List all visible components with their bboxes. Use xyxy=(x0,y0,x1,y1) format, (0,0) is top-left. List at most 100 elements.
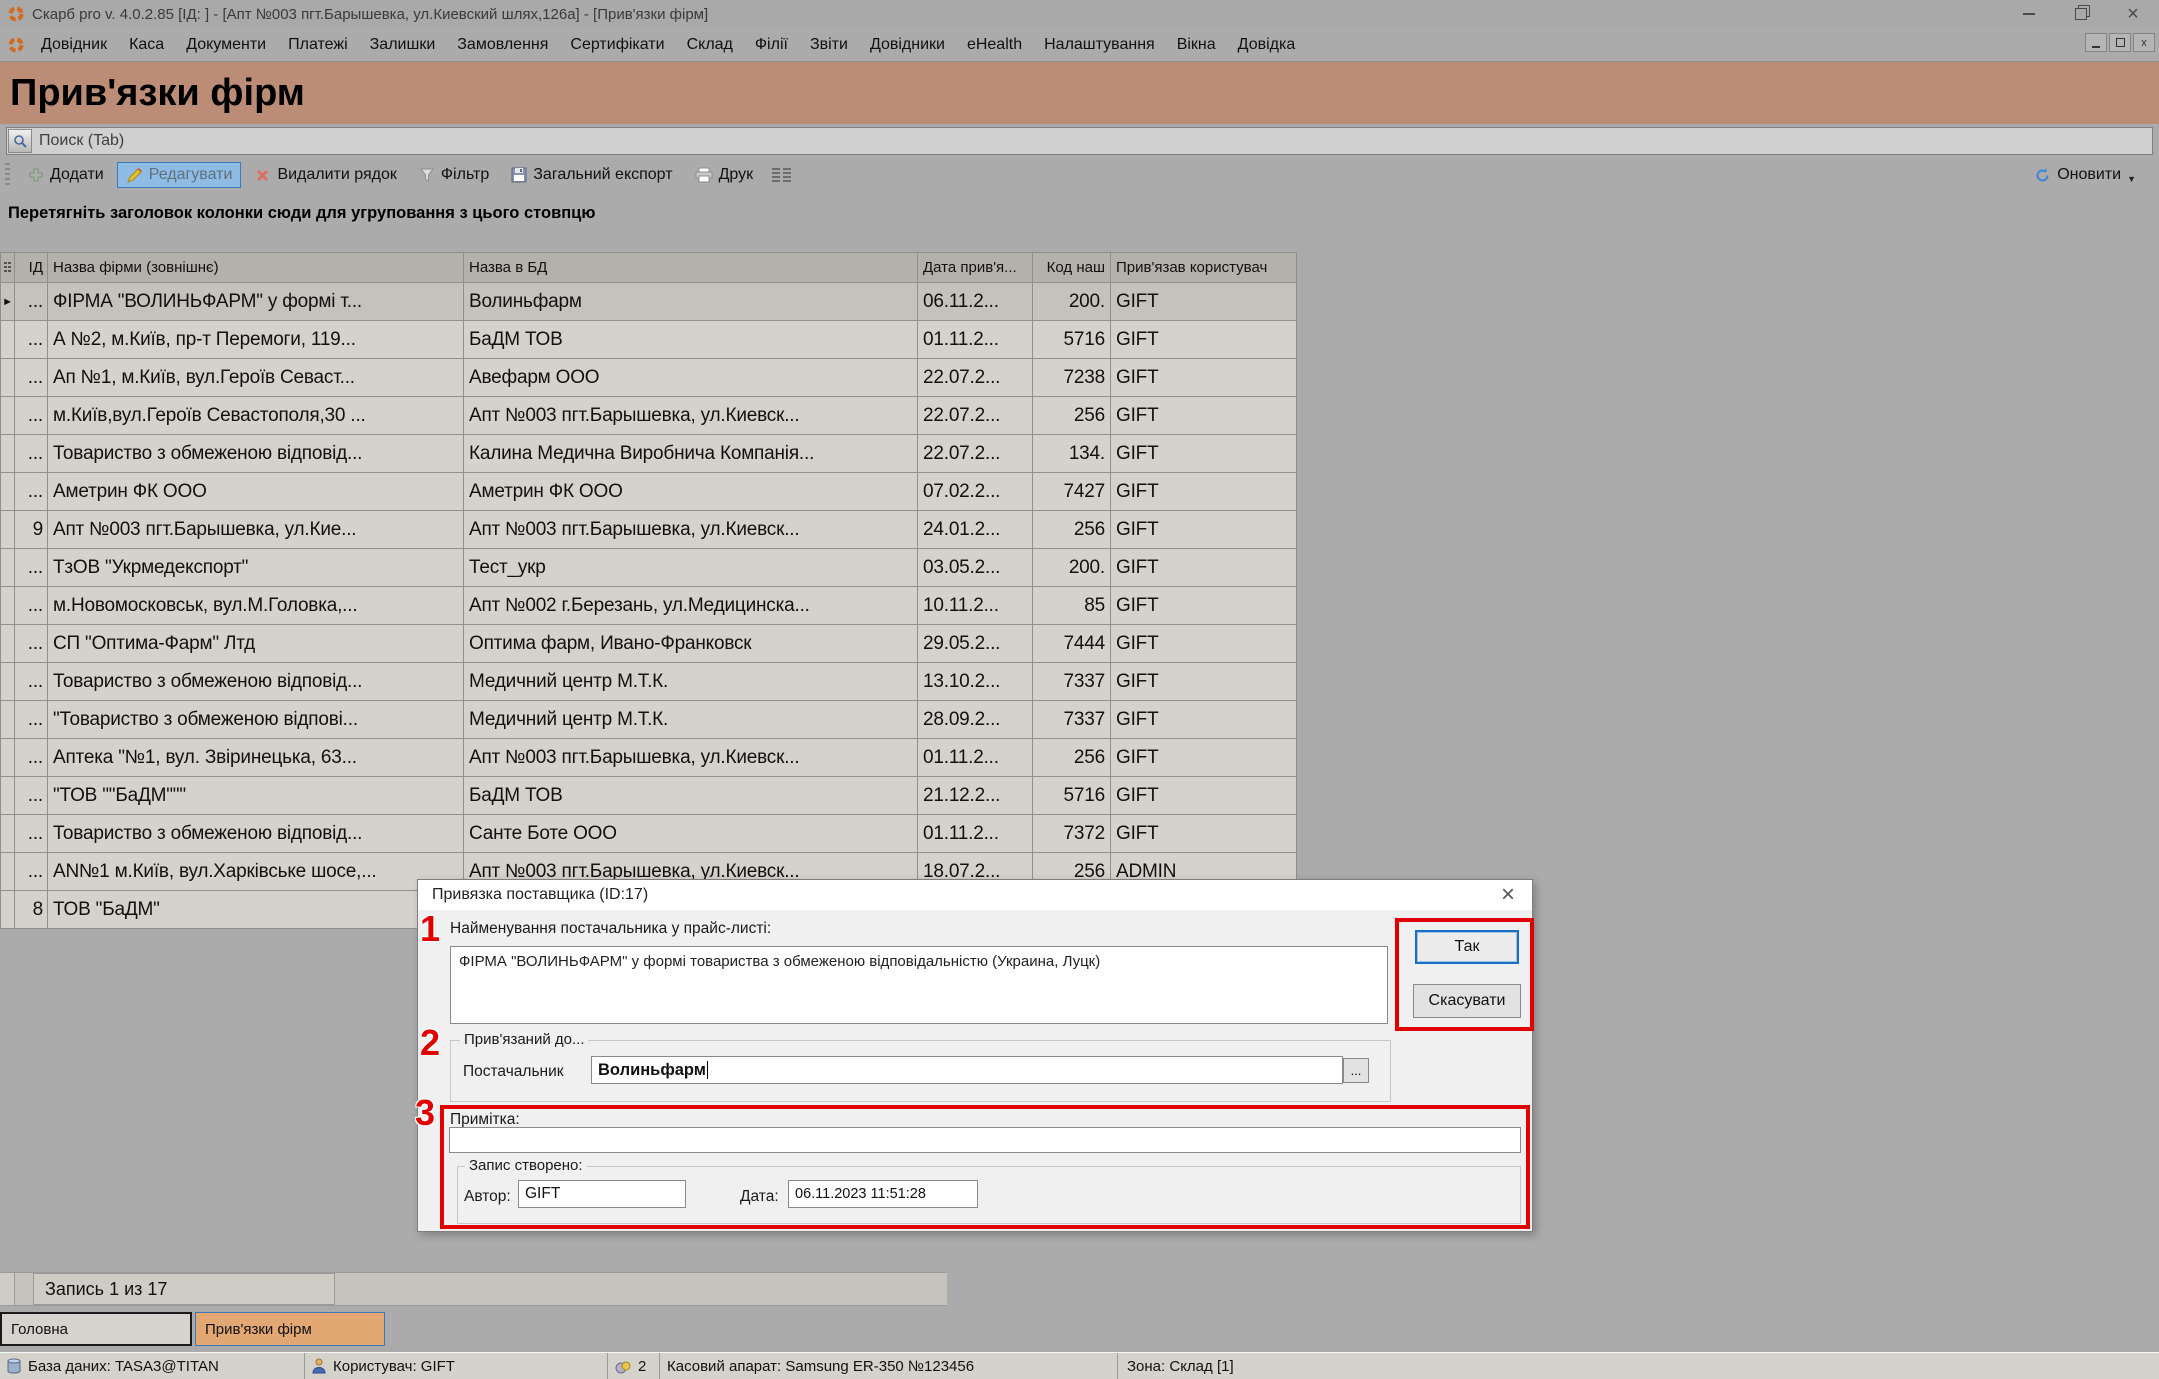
column-header-user[interactable]: Прив'язав користувач xyxy=(1111,253,1297,282)
table-cell: GIFT xyxy=(1111,663,1297,700)
table-cell: GIFT xyxy=(1111,473,1297,510)
supplier-binding-dialog: Привязка поставщика (ID:17) × Найменуван… xyxy=(417,879,1533,1232)
menu-item[interactable]: Довідник xyxy=(30,32,118,58)
filter-button[interactable]: Фільтр xyxy=(410,162,498,188)
menu-item[interactable]: Залишки xyxy=(359,32,447,58)
delete-row-button[interactable]: Видалити рядок xyxy=(245,162,405,188)
table-cell: Апт №003 пгт.Барышевка, ул.Киевск... xyxy=(464,397,918,434)
table-row[interactable]: ...Аптека "№1, вул. Звіринецька, 63...Ап… xyxy=(0,739,1297,777)
mdi-minimize-button[interactable] xyxy=(2085,33,2107,52)
app-menu-icon[interactable] xyxy=(8,37,24,53)
table-row[interactable]: ..."ТОВ ""БаДМ"""БаДМ ТОВ21.12.2...5716G… xyxy=(0,777,1297,815)
table-cell: 01.11.2... xyxy=(918,739,1033,776)
table-cell: 9 xyxy=(15,511,48,548)
dialog-close-icon[interactable]: × xyxy=(1494,880,1522,910)
column-header-db-name[interactable]: Назва в БД xyxy=(464,253,918,282)
table-cell: GIFT xyxy=(1111,549,1297,586)
menu-item[interactable]: Документи xyxy=(175,32,277,58)
menu-item[interactable]: Філії xyxy=(744,32,799,58)
table-cell: 5716 xyxy=(1033,321,1111,358)
row-selector xyxy=(0,891,15,928)
column-header-code[interactable]: Код наш xyxy=(1033,253,1111,282)
menu-item[interactable]: Довідка xyxy=(1227,32,1307,58)
menu-item[interactable]: Склад xyxy=(676,32,744,58)
table-cell: GIFT xyxy=(1111,511,1297,548)
supplier-input[interactable]: Волиньфарм xyxy=(591,1056,1343,1084)
menu-item[interactable]: eHealth xyxy=(956,32,1033,58)
menu-item[interactable]: Каса xyxy=(118,32,175,58)
print-button[interactable]: Друк xyxy=(686,162,763,188)
table-row[interactable]: ...А №2, м.Київ, пр-т Перемоги, 119...Ба… xyxy=(0,321,1297,359)
mdi-close-button[interactable]: x xyxy=(2133,33,2155,52)
menu-bar: ДовідникКасаДокументиПлатежіЗалишкиЗамов… xyxy=(0,28,2159,62)
refresh-button[interactable]: Оновити ▼ xyxy=(2025,162,2145,188)
page-title: Прив'язки фірм xyxy=(10,72,305,115)
table-row[interactable]: 9Апт №003 пгт.Барышевка, ул.Кие...Апт №0… xyxy=(0,511,1297,549)
column-header-date[interactable]: Дата прив'я... xyxy=(918,253,1033,282)
search-input[interactable]: Поиск (Tab) xyxy=(6,127,2153,155)
menu-item[interactable]: Звіти xyxy=(799,32,859,58)
table-row[interactable]: ..."Товариство з обмеженою відпові...Мед… xyxy=(0,701,1297,739)
table-row[interactable]: ...ТзОВ "Укрмедекспорт"Тест_укр03.05.2..… xyxy=(0,549,1297,587)
table-cell: 200. xyxy=(1033,283,1111,320)
table-cell: Оптима фарм, Ивано-Франковск xyxy=(464,625,918,662)
table-cell: Санте Боте ООО xyxy=(464,815,918,852)
mdi-restore-button[interactable] xyxy=(2109,33,2131,52)
restore-button[interactable] xyxy=(2055,0,2107,28)
refresh-dropdown-arrow[interactable]: ▼ xyxy=(2127,174,2136,184)
record-count: Запись 1 из 17 xyxy=(33,1273,335,1305)
table-row[interactable]: ...Ап №1, м.Київ, вул.Героїв Севаст...Ав… xyxy=(0,359,1297,397)
menu-item[interactable]: Платежі xyxy=(277,32,359,58)
table-cell: Медичний центр М.Т.К. xyxy=(464,663,918,700)
table-cell: Апт №003 пгт.Барышевка, ул.Кие... xyxy=(48,511,464,548)
table-row[interactable]: ...Товариство з обмеженою відповід...Мед… xyxy=(0,663,1297,701)
table-cell: Апт №002 г.Березань, ул.Медицинска... xyxy=(464,587,918,624)
edit-button[interactable]: Редагувати xyxy=(117,162,242,188)
row-selector xyxy=(0,587,15,624)
status-database: База даних: TASA3@TITAN xyxy=(0,1353,305,1379)
menu-item[interactable]: Замовлення xyxy=(446,32,559,58)
window-tab-firm-bindings[interactable]: Прив'язки фірм xyxy=(195,1312,385,1346)
table-row[interactable]: ►...ФІРМА "ВОЛИНЬФАРМ" у формі т...Волин… xyxy=(0,283,1297,321)
add-button[interactable]: Додати xyxy=(19,162,113,188)
table-row[interactable]: ...Товариство з обмеженою відповід...Кал… xyxy=(0,435,1297,473)
minimize-button[interactable] xyxy=(2003,0,2055,28)
table-cell: ... xyxy=(15,549,48,586)
table-cell: 7238 xyxy=(1033,359,1111,396)
table-cell: 134. xyxy=(1033,435,1111,472)
table-cell: "ТОВ ""БаДМ""" xyxy=(48,777,464,814)
browse-button[interactable]: ... xyxy=(1343,1058,1369,1083)
row-selector xyxy=(0,435,15,472)
table-cell: 28.09.2... xyxy=(918,701,1033,738)
table-row[interactable]: ...м.Новомосковськ, вул.М.Головка,...Апт… xyxy=(0,587,1297,625)
window-tab-home[interactable]: Головна xyxy=(0,1312,192,1346)
toolbar-grip[interactable] xyxy=(5,163,10,187)
row-selector xyxy=(0,777,15,814)
table-cell: 29.05.2... xyxy=(918,625,1033,662)
menu-item[interactable]: Сертифікати xyxy=(559,32,675,58)
menu-item[interactable]: Довідники xyxy=(859,32,956,58)
table-cell: Товариство з обмеженою відповід... xyxy=(48,663,464,700)
dialog-title: Привязка поставщика (ID:17) xyxy=(432,886,648,904)
group-by-hint: Перетягніть заголовок колонки сюди для у… xyxy=(8,204,595,223)
column-header-id[interactable]: ІД xyxy=(15,253,48,282)
column-header-external-name[interactable]: Назва фірми (зовнішнє) xyxy=(48,253,464,282)
table-row[interactable]: ...Аметрин ФК ОООАметрин ФК ООО07.02.2..… xyxy=(0,473,1297,511)
export-button[interactable]: Загальний експорт xyxy=(502,162,681,188)
close-button[interactable]: × xyxy=(2107,0,2159,28)
table-cell: GIFT xyxy=(1111,701,1297,738)
supplier-name-label: Найменування постачальника у прайс-листі… xyxy=(450,920,771,938)
menu-item[interactable]: Налаштування xyxy=(1033,32,1166,58)
table-row[interactable]: ...СП "Оптима-Фарм" ЛтдОптима фарм, Иван… xyxy=(0,625,1297,663)
menu-item[interactable]: Вікна xyxy=(1166,32,1227,58)
table-cell: Ап №1, м.Київ, вул.Героїв Севаст... xyxy=(48,359,464,396)
table-row[interactable]: ...Товариство з обмеженою відповід...Сан… xyxy=(0,815,1297,853)
columns-icon[interactable] xyxy=(772,168,791,183)
firms-table: ІД Назва фірми (зовнішнє) Назва в БД Дат… xyxy=(0,252,1297,929)
table-row[interactable]: ...м.Київ,вул.Героїв Севастополя,30 ...А… xyxy=(0,397,1297,435)
header-grip-icon[interactable] xyxy=(0,253,15,282)
table-cell: ... xyxy=(15,473,48,510)
supplier-name-field[interactable]: ФІРМА "ВОЛИНЬФАРМ" у формі товариства з … xyxy=(450,946,1388,1024)
annotation-number-1: 1 xyxy=(420,908,440,950)
dialog-titlebar[interactable]: Привязка поставщика (ID:17) xyxy=(418,880,1532,910)
